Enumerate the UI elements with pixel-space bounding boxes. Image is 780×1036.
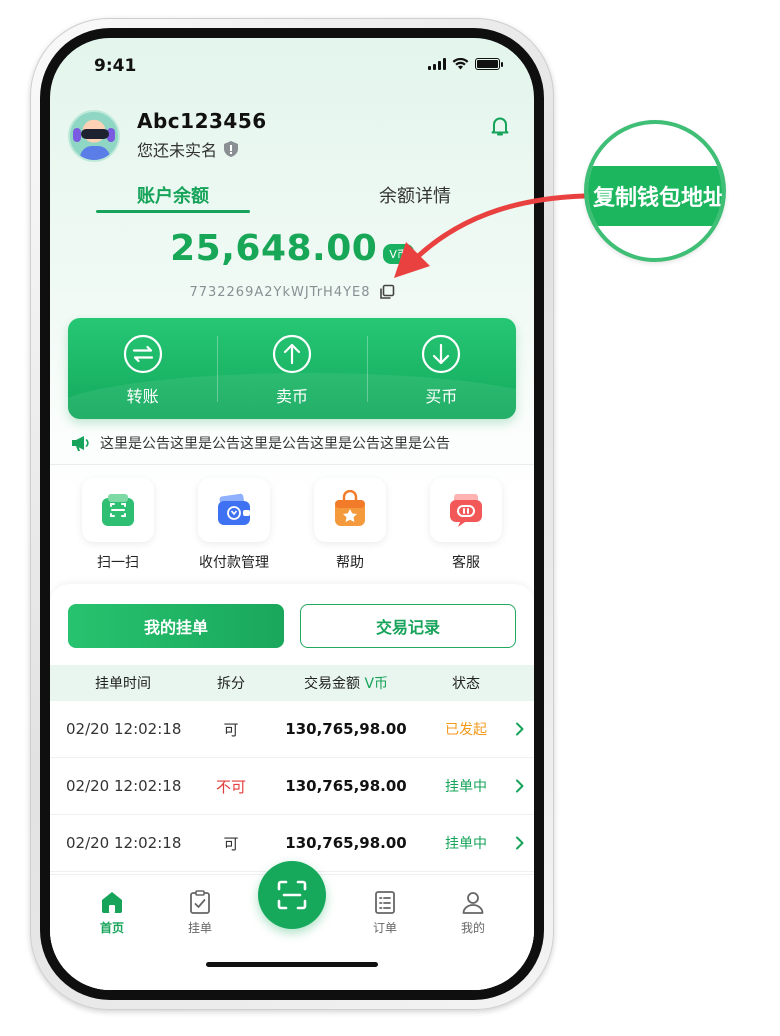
signal-icon <box>428 58 446 70</box>
clipboard-check-icon <box>190 890 210 914</box>
scan-fab-button[interactable] <box>258 861 326 929</box>
row-amount: 130,765,98.00 <box>285 720 407 738</box>
chevron-right-icon <box>506 836 534 850</box>
transfer-button[interactable]: 转账 <box>68 318 217 419</box>
home-icon <box>102 892 122 913</box>
annotation-arrow <box>394 193 587 278</box>
menu-payment-management[interactable]: 收付款管理 <box>178 478 290 572</box>
row-status: 已发起 <box>445 722 487 738</box>
transfer-icon <box>123 334 162 374</box>
wifi-icon <box>452 58 469 70</box>
arrow-down-circle-icon <box>422 334 461 374</box>
wallet-icon <box>218 493 250 525</box>
row-status: 挂单中 <box>445 836 487 852</box>
transfer-label: 转账 <box>126 387 159 406</box>
user-icon <box>462 892 484 914</box>
megaphone-icon <box>72 436 89 451</box>
chevron-right-icon <box>506 722 534 736</box>
tab-orders[interactable]: 订单 <box>355 889 415 936</box>
header-time: 挂单时间 <box>95 676 151 692</box>
tab-underline <box>96 210 250 213</box>
bell-icon[interactable] <box>488 114 512 138</box>
menu-customer-service[interactable]: 客服 <box>410 478 522 572</box>
table-row[interactable]: 02/20 12:02:18 可 130,765,98.00 已发起 <box>50 701 534 758</box>
scan-frame-icon <box>277 880 307 910</box>
arrow-up-circle-icon <box>272 334 312 374</box>
row-split: 可 <box>223 834 239 853</box>
row-status: 挂单中 <box>445 779 487 795</box>
status-time: 9:41 <box>94 56 137 76</box>
quick-menu: 扫一扫 收付款管理 帮助 客服 <box>50 478 534 572</box>
tab-listings[interactable]: 挂单 <box>170 889 230 936</box>
menu-scan-label: 扫一扫 <box>97 555 139 571</box>
header-amount-label: 交易金额 <box>303 676 360 692</box>
row-time: 02/20 12:02:18 <box>66 720 182 738</box>
header-amount: 交易金额 V币 <box>266 673 426 693</box>
list-doc-icon <box>375 891 395 914</box>
menu-tile <box>314 478 386 542</box>
table-row[interactable]: 02/20 12:02:18 不可 130,765,98.00 挂单中 <box>50 758 534 815</box>
stage: 9:41 Abc123456 您还未实名 账户余额 余额详情 25,648.00… <box>0 0 780 1036</box>
verify-status[interactable]: 您还未实名 <box>137 137 239 161</box>
divider <box>50 464 534 465</box>
buy-coin-button[interactable]: 买币 <box>366 318 516 419</box>
menu-help-label: 帮助 <box>336 555 364 571</box>
row-amount: 130,765,98.00 <box>285 834 407 852</box>
home-indicator <box>206 962 378 967</box>
announcement-text: 这里是公告这里是公告这里是公告这里是公告这里是公告 <box>100 436 450 452</box>
username: Abc123456 <box>137 109 267 133</box>
row-time: 02/20 12:02:18 <box>66 834 182 852</box>
row-time: 02/20 12:02:18 <box>66 777 182 795</box>
announcement-bar[interactable]: 这里是公告这里是公告这里是公告这里是公告这里是公告 <box>70 433 450 453</box>
sell-coin-button[interactable]: 卖币 <box>217 318 366 419</box>
row-amount: 130,765,98.00 <box>285 777 407 795</box>
tab-my-orders[interactable]: 我的挂单 <box>68 604 284 648</box>
battery-icon <box>475 58 503 70</box>
menu-payment-label: 收付款管理 <box>199 555 269 571</box>
avatar[interactable] <box>68 110 120 162</box>
wallet-address: 7732269A2YkWJTrH4YE8 <box>189 284 371 300</box>
menu-help[interactable]: 帮助 <box>294 478 406 572</box>
header-status: 状态 <box>452 676 480 692</box>
tab-trade-records[interactable]: 交易记录 <box>300 604 516 648</box>
row-split: 不可 <box>215 777 246 796</box>
action-card: 转账 卖币 买币 <box>68 318 516 419</box>
verify-text: 您还未实名 <box>137 141 218 160</box>
tab-orders-label: 订单 <box>372 921 397 935</box>
menu-tile <box>430 478 502 542</box>
tab-mine-label: 我的 <box>460 921 485 935</box>
tab-home[interactable]: 首页 <box>82 889 142 936</box>
table-header: 挂单时间 拆分 交易金额 V币 状态 <box>50 665 534 701</box>
buy-coin-label: 买币 <box>425 387 458 406</box>
status-icons <box>428 58 503 70</box>
callout-text: 复制钱包地址 <box>588 166 722 226</box>
balance-amount: 25,648.00 <box>170 228 378 269</box>
sell-coin-label: 卖币 <box>275 387 308 406</box>
tab-account-balance[interactable]: 账户余额 <box>96 182 250 208</box>
menu-tile <box>198 478 270 542</box>
tab-mine[interactable]: 我的 <box>443 889 503 936</box>
header-amount-unit: V币 <box>364 676 389 692</box>
copy-address-callout: 复制钱包地址 <box>584 120 726 262</box>
row-split: 可 <box>223 720 239 739</box>
customer-service-icon <box>450 494 482 527</box>
scan-icon <box>102 494 134 526</box>
tab-home-label: 首页 <box>99 921 124 935</box>
tab-listings-label: 挂单 <box>187 921 212 935</box>
menu-scan[interactable]: 扫一扫 <box>62 478 174 572</box>
chevron-right-icon <box>506 779 534 793</box>
menu-service-label: 客服 <box>452 555 480 571</box>
menu-tile <box>82 478 154 542</box>
help-bag-icon <box>335 490 365 526</box>
shield-alert-icon <box>224 141 239 157</box>
header-split: 拆分 <box>217 676 245 692</box>
